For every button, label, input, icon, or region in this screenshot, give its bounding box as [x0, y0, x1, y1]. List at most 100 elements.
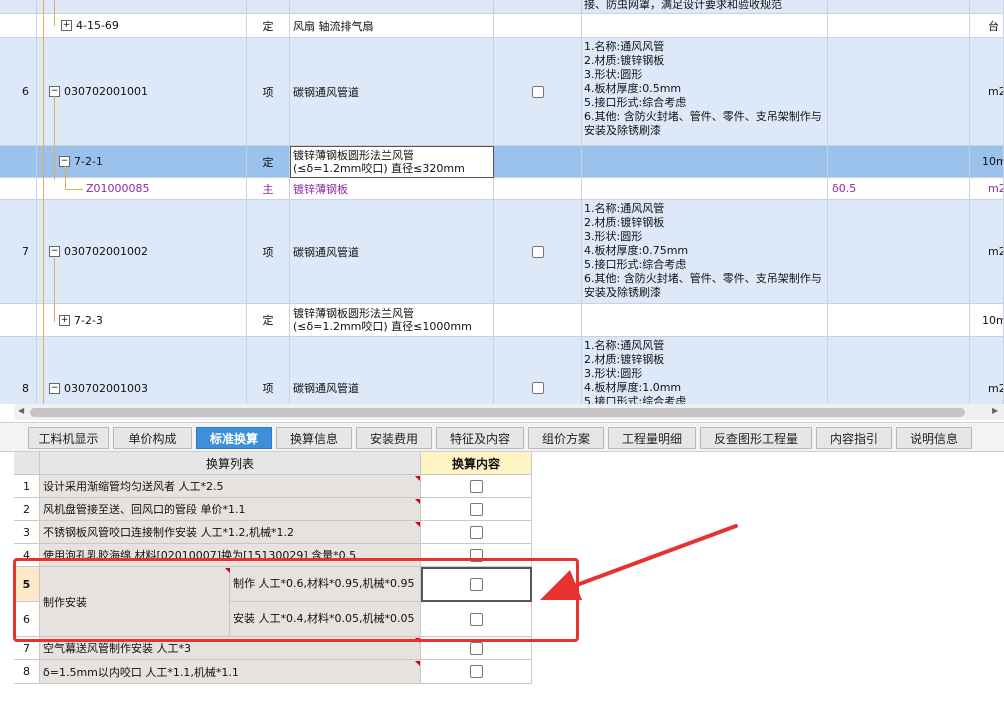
row-number-text: 3: [23, 525, 30, 539]
tab-features[interactable]: 特征及内容: [436, 427, 524, 449]
expand-icon[interactable]: +: [61, 20, 72, 31]
type-cell: [247, 0, 290, 14]
unit-text: m2: [988, 245, 1004, 258]
code-text: 4-15-69: [76, 19, 119, 32]
code-text: 7-2-1: [74, 155, 103, 168]
name-cell[interactable]: 风扇 轴流排气扇: [290, 14, 494, 38]
unit-cell: 10m2: [970, 304, 1004, 337]
name-cell[interactable]: 碳钢通风管道: [290, 38, 494, 146]
arrow-icon: [540, 524, 738, 600]
conversion-item-text: δ=1.5mm以内咬口 人工*1.1,机械*1.1: [43, 665, 239, 679]
name-edit-cell[interactable]: 镀锌薄钢板圆形法兰风管 (≤δ=1.2mm咬口) 直径≤320mm: [290, 146, 494, 178]
row-checkbox[interactable]: [531, 85, 544, 98]
type-cell: 项: [247, 337, 290, 404]
expand-icon[interactable]: +: [59, 314, 70, 326]
tab-label: 安装费用: [369, 431, 418, 446]
tab-label: 组价方案: [541, 431, 590, 446]
conversion-checkbox-cell: [421, 521, 532, 544]
tree-line: [65, 189, 83, 190]
feature-text: 1.名称:通风风管 2.材质:镀锌钢板 3.形状:圆形 4.板材厚度:0.5mm…: [584, 40, 822, 137]
conversion-item[interactable]: δ=1.5mm以内咬口 人工*1.1,机械*1.1: [40, 660, 421, 684]
code-cell[interactable]: − 030702001003: [37, 337, 247, 404]
spec-text: δ0.5: [832, 182, 857, 195]
scroll-left-icon[interactable]: ◀: [18, 406, 24, 415]
tab-standard-conversion[interactable]: 标准换算: [196, 427, 272, 449]
code-text: 7-2-3: [74, 313, 103, 327]
type-text: 定: [262, 314, 274, 327]
conversion-checkbox[interactable]: [469, 479, 483, 493]
collapse-icon[interactable]: −: [49, 246, 60, 257]
tab-labor-material[interactable]: 工料机显示: [28, 427, 109, 449]
row-index-cell: [0, 178, 37, 200]
row-checkbox[interactable]: [531, 245, 544, 258]
unit-text: m2: [988, 381, 1004, 395]
comment-marker-icon: [415, 476, 420, 481]
unit-cell: m2: [970, 200, 1004, 304]
tab-description[interactable]: 说明信息: [896, 427, 972, 449]
unit-text: m2: [988, 182, 1004, 195]
conversion-item[interactable]: 风机盘管接至送、回风口的管段 单价*1.1: [40, 498, 421, 521]
feature-cell[interactable]: 1.名称:通风风管 2.材质:镀锌钢板 3.形状:圆形 4.板材厚度:1.0mm…: [582, 337, 828, 404]
extra-cell: [828, 0, 970, 14]
name-cell[interactable]: 镀锌薄钢板圆形法兰风管 (≤δ=1.2mm咬口) 直径≤1000mm: [290, 304, 494, 337]
conversion-item-text: 不锈钢板风管咬口连接制作安装 人工*1.2,机械*1.2: [43, 526, 294, 539]
code-cell[interactable]: − 7-2-1: [37, 146, 247, 178]
feature-cell: [582, 14, 828, 38]
type-cell: 项: [247, 38, 290, 146]
conversion-item[interactable]: 不锈钢板风管咬口连接制作安装 人工*1.2,机械*1.2: [40, 521, 421, 544]
feature-cell[interactable]: 1.名称:通风风管 2.材质:镀锌钢板 3.形状:圆形 4.板材厚度:0.75m…: [582, 200, 828, 304]
feature-cell: 接、防虫网罩，满足设计要求和验收规范: [582, 0, 828, 14]
row-index-cell: 7: [0, 200, 37, 304]
name-text: 镀锌薄钢板: [293, 182, 348, 196]
extra-cell: [828, 14, 970, 38]
row-index: 6: [22, 85, 29, 98]
scroll-right-icon[interactable]: ▶: [992, 406, 998, 415]
unit-text: 台: [988, 19, 999, 33]
row-index-cell: 8: [0, 337, 37, 404]
tab-pricing-plan[interactable]: 组价方案: [528, 427, 604, 449]
unit-cell: 台: [970, 14, 1004, 38]
tab-content-guide[interactable]: 内容指引: [816, 427, 892, 449]
row-checkbox[interactable]: [531, 382, 544, 394]
name-cell[interactable]: 碳钢通风管道: [290, 337, 494, 404]
unit-cell: m2: [970, 38, 1004, 146]
conversion-item-text: 设计采用渐缩管均匀送风者 人工*2.5: [43, 480, 224, 493]
tab-quantity-detail[interactable]: 工程量明细: [608, 427, 696, 449]
code-cell[interactable]: − 030702001001: [37, 38, 247, 146]
scrollbar-thumb[interactable]: [30, 408, 965, 417]
conversion-checkbox[interactable]: [469, 641, 483, 655]
type-text: 项: [262, 245, 274, 259]
row-number-text: 1: [23, 479, 30, 493]
extra-cell: δ0.5: [828, 178, 970, 200]
header-content-label: 换算内容: [451, 456, 500, 471]
conversion-item[interactable]: 设计采用渐缩管均匀送风者 人工*2.5: [40, 475, 421, 498]
conversion-checkbox-cell: [421, 498, 532, 521]
name-cell[interactable]: 碳钢通风管道: [290, 200, 494, 304]
collapse-icon[interactable]: −: [49, 382, 60, 394]
name-cell[interactable]: 镀锌薄钢板: [290, 178, 494, 200]
tab-install-fee[interactable]: 安装费用: [356, 427, 432, 449]
conversion-checkbox[interactable]: [469, 502, 483, 516]
tab-label: 单价构成: [128, 431, 177, 446]
tab-reverse-check[interactable]: 反查图形工程量: [700, 427, 812, 449]
feature-cell[interactable]: 1.名称:通风风管 2.材质:镀锌钢板 3.形状:圆形 4.板材厚度:0.5mm…: [582, 38, 828, 146]
highlight-box: [13, 558, 579, 642]
conversion-checkbox[interactable]: [469, 525, 483, 539]
type-cell: 定: [247, 14, 290, 38]
tree-line: [65, 166, 66, 190]
checkbox-cell: [494, 200, 582, 304]
code-cell[interactable]: − 030702001002: [37, 200, 247, 304]
code-cell[interactable]: + 4-15-69: [37, 14, 247, 38]
extra-cell: [828, 146, 970, 178]
conversion-checkbox[interactable]: [469, 665, 483, 678]
tree-line: [43, 0, 44, 404]
type-text: 定: [262, 19, 274, 33]
tab-unit-price[interactable]: 单价构成: [113, 427, 192, 449]
tab-conversion-info[interactable]: 换算信息: [276, 427, 352, 449]
type-cell: 主: [247, 178, 290, 200]
type-text: 主: [262, 182, 274, 196]
code-cell[interactable]: + 7-2-3: [37, 304, 247, 337]
tab-label: 内容指引: [829, 431, 878, 446]
conversion-checkbox-cell: [421, 660, 532, 684]
checkbox-cell: [494, 146, 582, 178]
